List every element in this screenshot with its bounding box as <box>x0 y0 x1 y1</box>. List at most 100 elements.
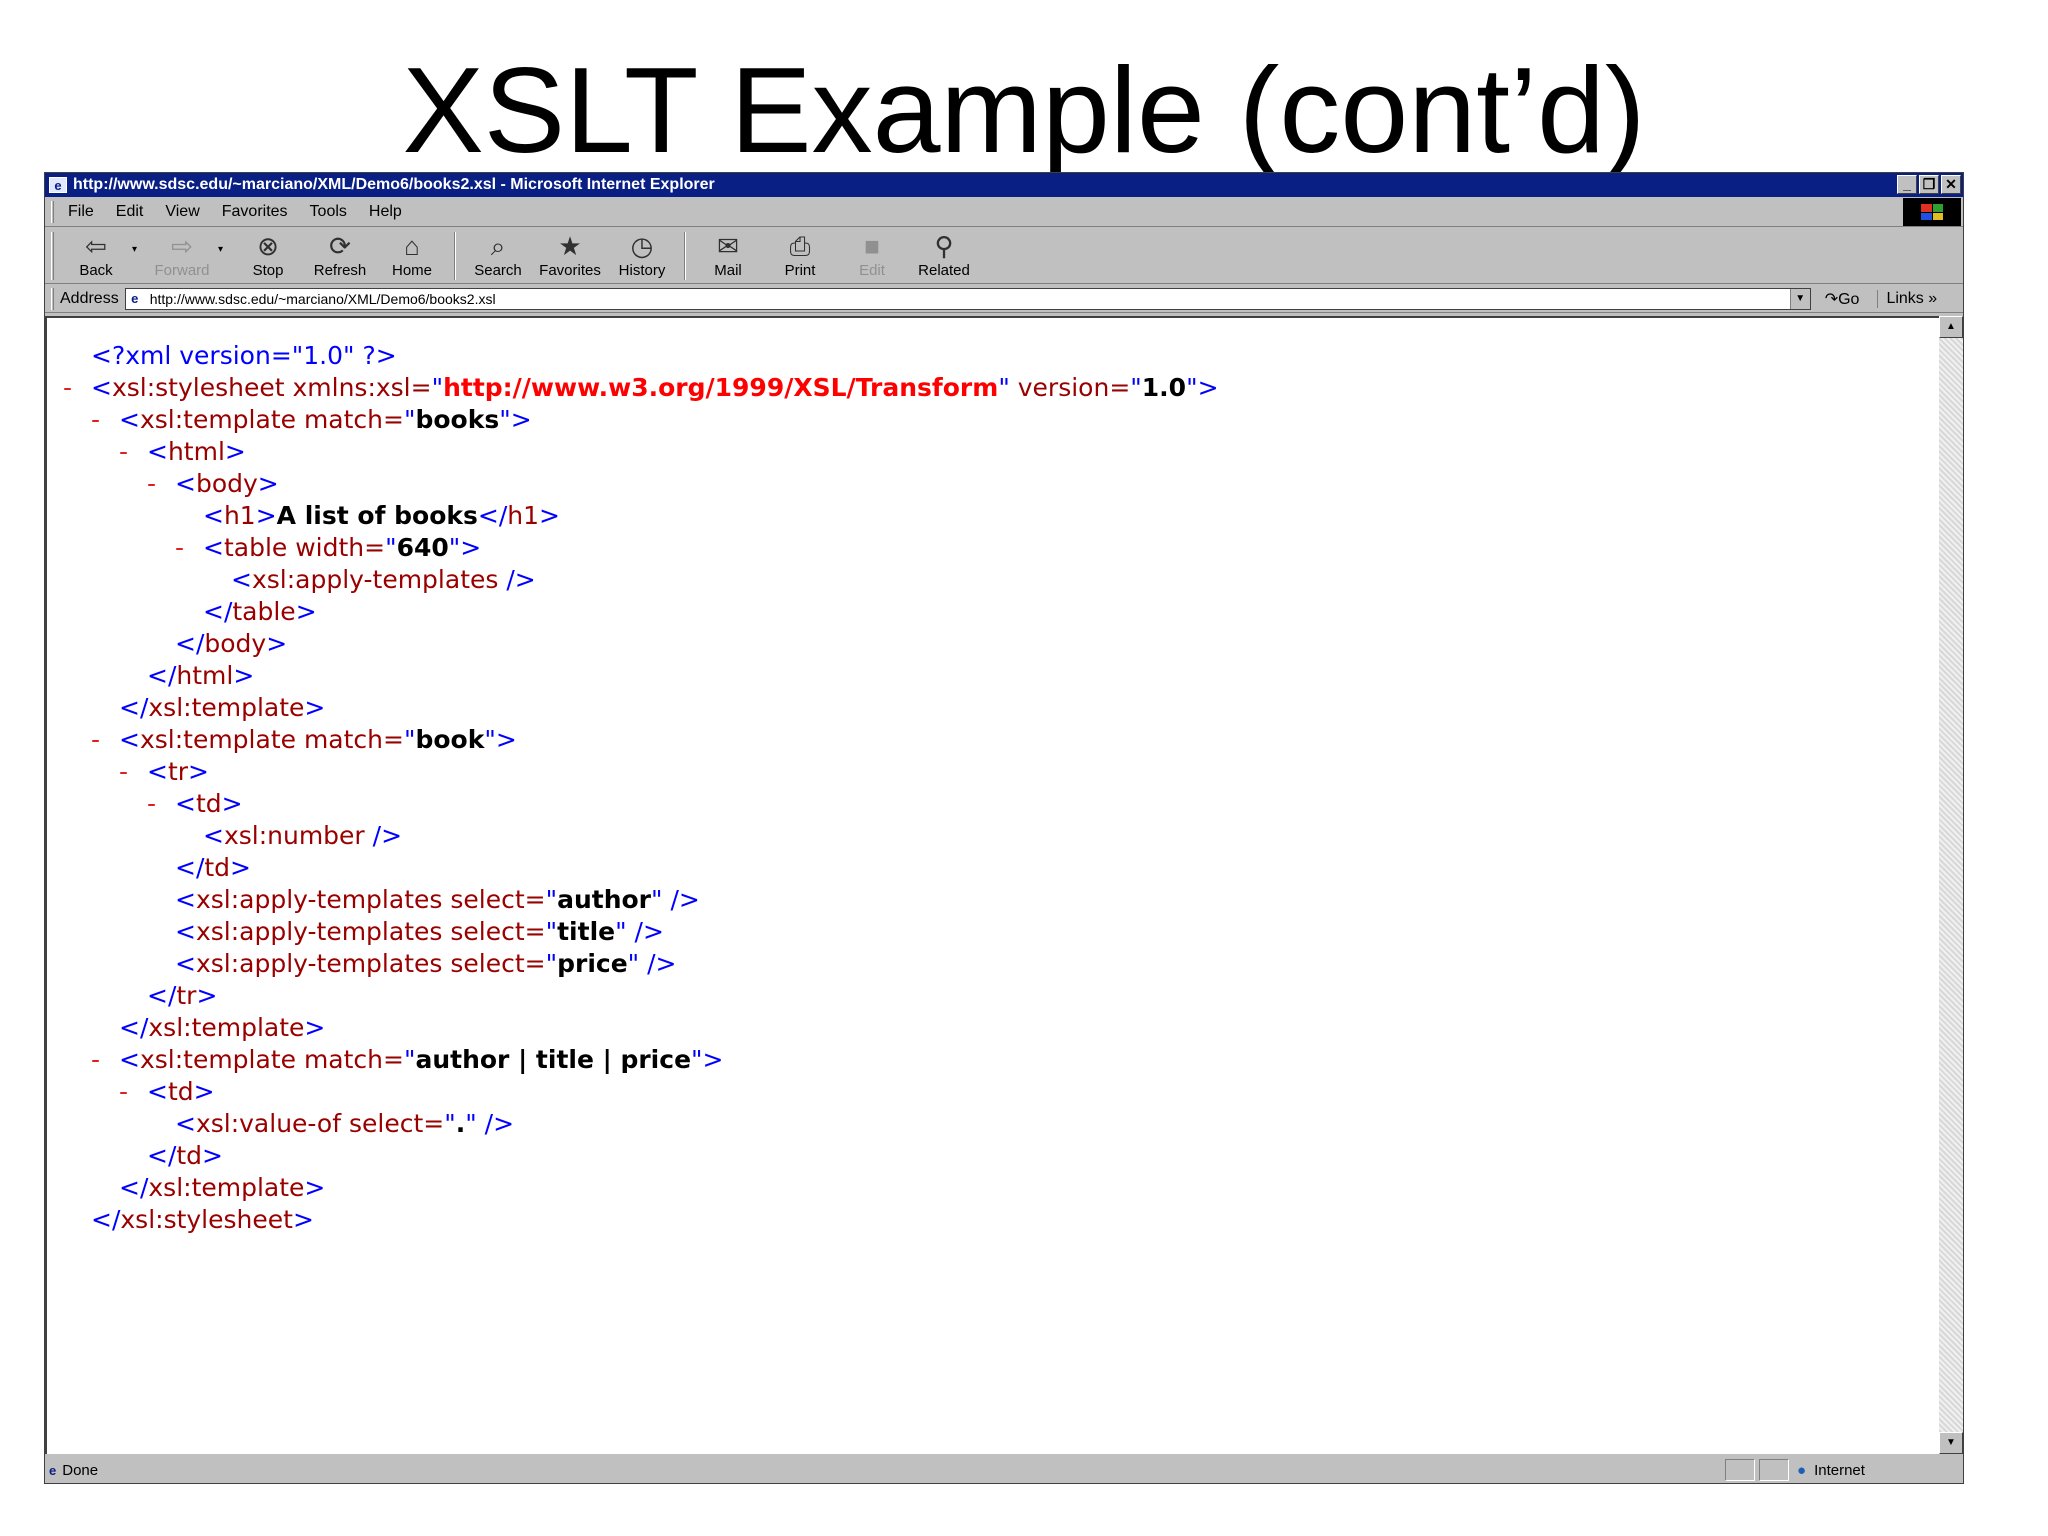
address-label: Address <box>60 289 119 307</box>
xml-line: - <table width="640"> <box>175 532 482 564</box>
menu-tools[interactable]: Tools <box>310 203 347 221</box>
address-input[interactable]: e http://www.sdsc.edu/~marciano/XML/Demo… <box>124 287 1811 310</box>
globe-icon: ● <box>1797 1461 1807 1479</box>
standard-toolbar: ⇦ Back ▾ ⇨ Forward ▾ ⊗ Stop ⟳ Refresh ⌂ … <box>45 228 1963 284</box>
back-arrow-icon: ⇦ <box>85 231 107 261</box>
xml-tree: <?xml version="1.0" ?> - <xsl:stylesheet … <box>63 340 1219 1236</box>
menu-favorites[interactable]: Favorites <box>222 203 288 221</box>
window-title: http://www.sdsc.edu/~marciano/XML/Demo6/… <box>73 176 715 193</box>
mail-button[interactable]: ✉ Mail <box>692 228 764 282</box>
print-button[interactable]: ⎙ Print <box>764 228 836 282</box>
edit-icon: ■ <box>864 231 880 261</box>
xml-line: </xsl:stylesheet> <box>91 1205 314 1234</box>
xml-line: <xsl:apply-templates select="title" /> <box>175 917 664 946</box>
home-button[interactable]: ⌂ Home <box>376 228 448 282</box>
collapse-toggle[interactable]: - <box>63 372 91 404</box>
mail-icon: ✉ <box>717 231 739 261</box>
xml-line: <h1>A list of books</h1> <box>203 501 560 530</box>
status-text: Done <box>62 1461 99 1479</box>
xml-line: - <td> <box>119 1076 215 1108</box>
menu-view[interactable]: View <box>165 203 199 221</box>
back-dropdown[interactable]: ▾ <box>132 228 146 255</box>
collapse-toggle[interactable]: - <box>175 532 203 564</box>
xml-line: <?xml version="1.0" ?> <box>63 340 1219 372</box>
go-button[interactable]: ↷Go <box>1825 289 1860 309</box>
minimize-button[interactable]: _ <box>1897 175 1917 194</box>
toolbar-separator <box>454 232 456 280</box>
page-icon: e <box>131 291 139 306</box>
xml-line: - <body> <box>147 468 279 500</box>
page-status-icon: e <box>49 1462 57 1478</box>
address-dropdown-button[interactable]: ▼ <box>1789 288 1810 309</box>
refresh-button[interactable]: ⟳ Refresh <box>304 228 376 282</box>
address-grip[interactable] <box>51 287 54 310</box>
stop-button[interactable]: ⊗ Stop <box>232 228 304 282</box>
xml-line: </tr> <box>147 981 218 1010</box>
toolbar-grip[interactable] <box>51 232 54 280</box>
restore-button[interactable]: ❐ <box>1919 175 1939 194</box>
search-icon: ⌕ <box>490 231 506 261</box>
favorites-button[interactable]: ★ Favorites <box>534 228 606 282</box>
security-zone: ● Internet <box>1725 1459 1865 1481</box>
menu-file[interactable]: File <box>68 203 94 221</box>
ie-page-icon: e <box>49 177 67 193</box>
scroll-down-arrow-icon[interactable]: ▼ <box>1939 1432 1963 1454</box>
menu-help[interactable]: Help <box>369 203 402 221</box>
close-button[interactable]: ✕ <box>1941 175 1961 194</box>
go-arrow-icon: ↷ <box>1824 290 1839 308</box>
collapse-toggle[interactable]: - <box>147 788 175 820</box>
xml-line: - <xsl:stylesheet xmlns:xsl="http://www.w… <box>63 372 1219 404</box>
history-icon: ◷ <box>630 231 654 261</box>
collapse-toggle[interactable]: - <box>147 468 175 500</box>
xml-line: </xsl:template> <box>119 1173 326 1202</box>
collapse-toggle[interactable]: - <box>119 1076 147 1108</box>
status-panel <box>1725 1459 1755 1481</box>
status-panel <box>1759 1459 1789 1481</box>
collapse-toggle[interactable]: - <box>119 756 147 788</box>
zone-label: Internet <box>1814 1461 1865 1479</box>
back-button[interactable]: ⇦ Back <box>60 228 132 282</box>
xml-line: </body> <box>175 629 288 658</box>
xml-line: </td> <box>175 853 251 882</box>
page-content: <?xml version="1.0" ?> - <xsl:stylesheet … <box>45 316 1941 1454</box>
collapse-toggle[interactable]: - <box>91 724 119 756</box>
edit-button[interactable]: ■ Edit <box>836 228 908 282</box>
scroll-up-arrow-icon[interactable]: ▲ <box>1939 316 1963 338</box>
address-value[interactable]: http://www.sdsc.edu/~marciano/XML/Demo6/… <box>150 291 496 307</box>
xml-declaration: <?xml version="1.0" ?> <box>91 341 397 370</box>
collapse-toggle[interactable]: - <box>119 436 147 468</box>
history-button[interactable]: ◷ History <box>606 228 678 282</box>
xml-line: </xsl:template> <box>119 693 326 722</box>
stop-icon: ⊗ <box>257 231 279 261</box>
home-icon: ⌂ <box>404 231 420 261</box>
menu-edit[interactable]: Edit <box>116 203 144 221</box>
xml-line: - <xsl:template match="books"> <box>91 404 532 436</box>
xml-line: - <html> <box>119 436 246 468</box>
links-button[interactable]: Links » <box>1877 289 1938 308</box>
toolbar-separator <box>684 232 686 280</box>
related-button[interactable]: ⚲ Related <box>908 228 980 282</box>
refresh-icon: ⟳ <box>329 231 351 261</box>
forward-dropdown[interactable]: ▾ <box>218 228 232 255</box>
title-bar: e http://www.sdsc.edu/~marciano/XML/Demo… <box>45 173 1963 197</box>
browser-window: e http://www.sdsc.edu/~marciano/XML/Demo… <box>44 172 1964 1484</box>
related-icon: ⚲ <box>934 231 954 261</box>
xml-line: </html> <box>147 661 255 690</box>
menu-bar: File Edit View Favorites Tools Help <box>45 197 1963 227</box>
xml-line: </xsl:template> <box>119 1013 326 1042</box>
search-button[interactable]: ⌕ Search <box>462 228 534 282</box>
collapse-toggle[interactable]: - <box>91 404 119 436</box>
xml-line: </td> <box>147 1141 223 1170</box>
xml-line: <xsl:apply-templates /> <box>231 565 536 594</box>
windows-logo-icon <box>1921 204 1943 220</box>
chevron-right-icon: » <box>1928 289 1938 307</box>
xml-line: - <xsl:template match="author | title | p… <box>91 1044 724 1076</box>
xml-line: <xsl:value-of select="." /> <box>175 1109 515 1138</box>
collapse-toggle[interactable]: - <box>91 1044 119 1076</box>
xml-line: </table> <box>203 597 317 626</box>
forward-button[interactable]: ⇨ Forward <box>146 228 218 282</box>
status-bar: e Done ● Internet <box>45 1456 1963 1484</box>
menu-grip[interactable] <box>51 200 54 223</box>
xml-line: <xsl:apply-templates select="price" /> <box>175 949 677 978</box>
vertical-scrollbar[interactable]: ▲ ▼ <box>1939 316 1963 1454</box>
